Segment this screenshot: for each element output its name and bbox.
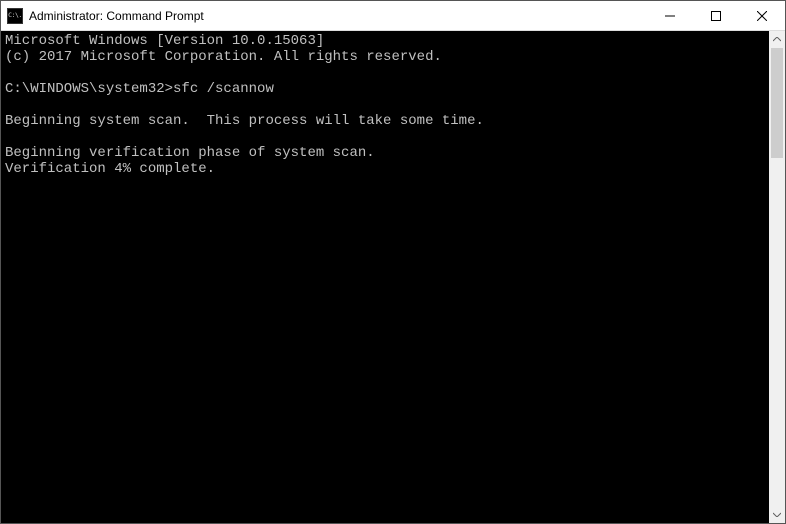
maximize-icon — [711, 11, 721, 21]
chevron-down-icon — [773, 512, 781, 517]
terminal-line: Microsoft Windows [Version 10.0.15063] — [5, 33, 765, 49]
terminal-line: (c) 2017 Microsoft Corporation. All righ… — [5, 49, 765, 65]
terminal-output[interactable]: Microsoft Windows [Version 10.0.15063](c… — [1, 31, 769, 523]
terminal-line — [5, 129, 765, 145]
minimize-icon — [665, 11, 675, 21]
close-icon — [757, 11, 767, 21]
terminal-line: C:\WINDOWS\system32>sfc /scannow — [5, 81, 765, 97]
app-icon: C:\. — [7, 8, 23, 24]
command-prompt-window: C:\. Administrator: Command Prompt Micro… — [0, 0, 786, 524]
close-button[interactable] — [739, 1, 785, 30]
titlebar[interactable]: C:\. Administrator: Command Prompt — [1, 1, 785, 31]
window-controls — [647, 1, 785, 30]
minimize-button[interactable] — [647, 1, 693, 30]
maximize-button[interactable] — [693, 1, 739, 30]
terminal-line: Verification 4% complete. — [5, 161, 765, 177]
scroll-down-button[interactable] — [769, 506, 785, 523]
chevron-up-icon — [773, 37, 781, 42]
vertical-scrollbar[interactable] — [769, 31, 785, 523]
terminal-line — [5, 65, 765, 81]
scrollbar-track[interactable] — [769, 48, 785, 506]
content-area: Microsoft Windows [Version 10.0.15063](c… — [1, 31, 785, 523]
scroll-up-button[interactable] — [769, 31, 785, 48]
terminal-line — [5, 97, 765, 113]
terminal-line: Beginning verification phase of system s… — [5, 145, 765, 161]
app-icon-text: C:\. — [8, 12, 22, 19]
window-title: Administrator: Command Prompt — [29, 9, 647, 23]
scrollbar-thumb[interactable] — [771, 48, 783, 158]
terminal-line: Beginning system scan. This process will… — [5, 113, 765, 129]
